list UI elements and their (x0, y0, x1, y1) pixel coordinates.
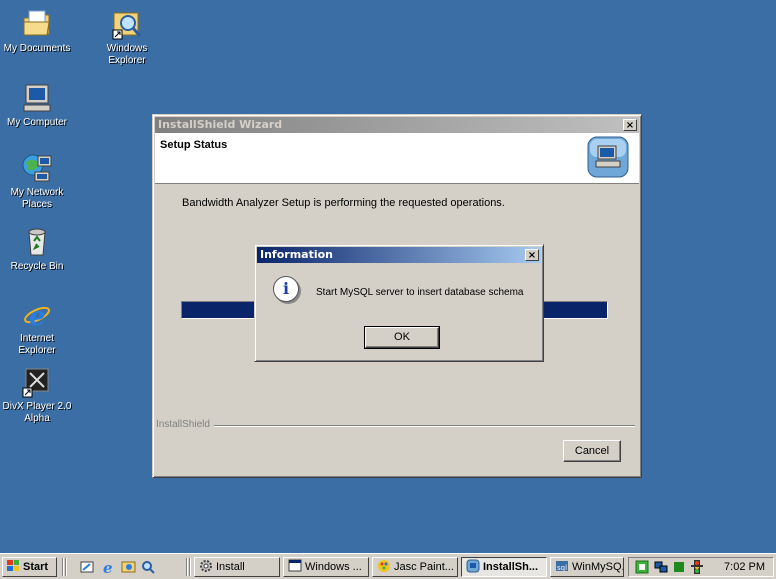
svg-text:sql: sql (557, 564, 567, 572)
windows-logo-icon (6, 559, 20, 573)
information-dialog: Information × i Start MySQL server to in… (254, 244, 544, 362)
recycle-bin-icon (21, 226, 53, 258)
task-installshield[interactable]: InstallSh... (461, 557, 547, 577)
mysql-icon: sql (555, 559, 569, 573)
taskbar-separator (65, 558, 67, 576)
ok-button[interactable]: OK (364, 326, 440, 349)
taskbar-separator (186, 558, 188, 576)
folder-icon (21, 8, 53, 40)
explorer-icon (111, 8, 143, 40)
paint-icon (377, 559, 391, 573)
taskbar: Start e Install Windows ... Jasc Paint..… (0, 553, 776, 579)
installshield-brand: InstallShield (156, 419, 214, 430)
desktop-icon-windows-explorer[interactable]: Windows Explorer (92, 8, 162, 67)
installshield-brand-line (159, 425, 635, 427)
wizard-heading: Setup Status (160, 139, 228, 151)
task-windows[interactable]: Windows ... (283, 557, 369, 577)
desktop-icon-recycle-bin[interactable]: Recycle Bin (2, 226, 72, 273)
info-titlebar[interactable]: Information × (257, 247, 541, 263)
desktop-icon-divx-player[interactable]: DivX Player 2.0 Alpha (2, 366, 72, 425)
tray-status-icon[interactable] (673, 561, 685, 573)
info-message: Start MySQL server to insert database sc… (316, 287, 524, 298)
task-label: Install (216, 561, 245, 573)
desktop-icon-label: My Documents (3, 43, 71, 54)
wizard-header: Setup Status (155, 133, 639, 184)
desktop-icon-my-computer[interactable]: My Computer (2, 82, 72, 129)
desktop-icon-label: My Network Places (10, 187, 64, 210)
window-icon (288, 559, 302, 573)
tray-traffic-light-icon[interactable] (690, 560, 704, 574)
svg-text:e: e (103, 559, 113, 575)
desktop-icon-my-network-places[interactable]: My Network Places (2, 152, 72, 211)
task-winmysql[interactable]: sql WinMySQ... (550, 557, 624, 577)
wizard-titlebar[interactable]: InstallShield Wizard × (155, 117, 639, 133)
desktop-icon-label: Windows Explorer (106, 43, 148, 66)
desktop-icon-label: DivX Player 2.0 Alpha (2, 401, 72, 424)
quicklaunch-desktop-icon[interactable] (80, 560, 94, 574)
info-close-button[interactable]: × (525, 249, 539, 261)
start-button[interactable]: Start (2, 557, 57, 577)
system-tray: 7:02 PM (628, 557, 774, 577)
information-icon: i (273, 276, 299, 302)
desktop-icon-my-documents[interactable]: My Documents (2, 8, 72, 55)
desktop-icon-label: My Computer (6, 117, 67, 128)
desktop-icon-label: Recycle Bin (10, 261, 64, 272)
quicklaunch-ie-icon[interactable]: e (101, 559, 117, 577)
desktop-icon-internet-explorer[interactable]: e Internet Explorer (2, 298, 72, 357)
tray-monitor-icon[interactable] (654, 560, 668, 574)
info-title: Information (260, 248, 333, 261)
internet-explorer-icon: e (21, 298, 53, 332)
cancel-button[interactable]: Cancel (563, 440, 621, 462)
task-label: WinMySQ... (572, 561, 623, 573)
clock[interactable]: 7:02 PM (724, 560, 765, 575)
quicklaunch-outlook-icon[interactable] (121, 560, 136, 574)
divx-player-icon (21, 366, 53, 398)
computer-icon (21, 82, 53, 114)
svg-text:e: e (29, 302, 46, 330)
start-label: Start (23, 561, 49, 573)
task-jasc-paint[interactable]: Jasc Paint... (372, 557, 458, 577)
tray-network-icon[interactable] (635, 560, 649, 574)
task-label: Jasc Paint... (394, 561, 454, 573)
task-label: InstallSh... (483, 561, 539, 573)
wizard-close-button[interactable]: × (623, 119, 637, 131)
setup-computer-icon (587, 136, 629, 178)
desktop-icon-label: Internet Explorer (18, 333, 56, 356)
installshield-icon (466, 559, 480, 573)
taskbar-separator (189, 558, 191, 576)
wizard-title: InstallShield Wizard (158, 118, 283, 131)
taskbar-separator (62, 558, 64, 576)
task-label: Windows ... (305, 561, 362, 573)
network-icon (21, 152, 53, 184)
quicklaunch-search-icon[interactable] (141, 560, 156, 574)
gear-icon (199, 559, 213, 573)
task-install[interactable]: Install (194, 557, 280, 577)
wizard-status-text: Bandwidth Analyzer Setup is performing t… (182, 197, 505, 209)
